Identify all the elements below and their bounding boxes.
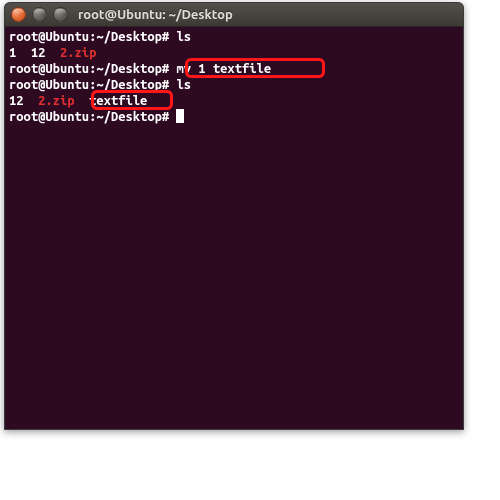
terminal-window: root@Ubuntu: ~/Desktop root@Ubuntu:~/Des…	[4, 2, 464, 430]
prompt: root@Ubuntu:~/Desktop#	[9, 62, 169, 76]
terminal-body[interactable]: root@Ubuntu:~/Desktop# ls 1 12 2.zip roo…	[5, 27, 463, 429]
prompt: root@Ubuntu:~/Desktop#	[9, 30, 169, 44]
file-entry: 1	[9, 46, 16, 60]
terminal-line: root@Ubuntu:~/Desktop# ls	[9, 77, 459, 93]
prompt: root@Ubuntu:~/Desktop#	[9, 110, 169, 124]
close-icon[interactable]	[11, 7, 26, 22]
cursor	[176, 109, 184, 123]
file-entry: 12	[9, 94, 24, 108]
terminal-line: root@Ubuntu:~/Desktop# mv 1 textfile	[9, 61, 459, 77]
titlebar[interactable]: root@Ubuntu: ~/Desktop	[5, 3, 463, 27]
command-text: ls	[176, 78, 191, 92]
terminal-line: 1 12 2.zip	[9, 45, 459, 61]
command-text: ls	[176, 30, 191, 44]
terminal-line: 12 2.zip textfile	[9, 93, 459, 109]
file-entry: 12	[31, 46, 46, 60]
terminal-line: root@Ubuntu:~/Desktop# ls	[9, 29, 459, 45]
prompt: root@Ubuntu:~/Desktop#	[9, 78, 169, 92]
file-entry: textfile	[89, 94, 147, 108]
file-entry-archive: 2.zip	[60, 46, 96, 60]
command-text: mv 1 textfile	[176, 62, 271, 76]
window-title: root@Ubuntu: ~/Desktop	[78, 8, 233, 22]
file-entry-archive: 2.zip	[38, 94, 74, 108]
terminal-line: root@Ubuntu:~/Desktop#	[9, 109, 459, 125]
maximize-icon[interactable]	[53, 7, 68, 22]
minimize-icon[interactable]	[32, 7, 47, 22]
